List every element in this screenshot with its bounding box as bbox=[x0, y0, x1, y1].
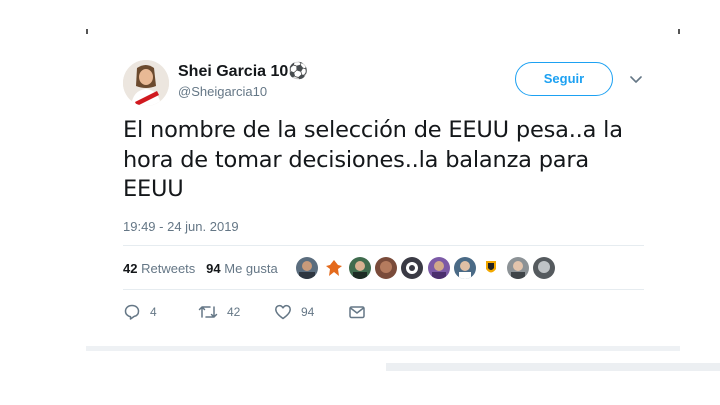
liker-avatar[interactable] bbox=[401, 257, 423, 279]
heart-icon bbox=[275, 304, 291, 320]
tweet-text-line: hora de tomar decisiones..la balanza par… bbox=[123, 146, 590, 173]
liker-avatar[interactable] bbox=[375, 257, 397, 279]
author-name[interactable]: Shei Garcia 10⚽ bbox=[178, 61, 308, 81]
message-action[interactable] bbox=[348, 303, 366, 321]
likes-count: 94 bbox=[206, 261, 221, 276]
like-count: 94 bbox=[301, 305, 315, 319]
divider bbox=[123, 245, 644, 246]
retweet-icon bbox=[198, 306, 218, 318]
liker-avatar[interactable] bbox=[428, 257, 450, 279]
corner-mark bbox=[678, 29, 680, 34]
like-action[interactable]: 94 bbox=[274, 303, 314, 321]
author-handle[interactable]: @Sheigarcia10 bbox=[178, 84, 267, 99]
reply-action[interactable]: 4 bbox=[123, 303, 157, 321]
tweet-stats: 42 Retweets 94 Me gusta bbox=[123, 261, 278, 276]
tweet-text-line: EEUU bbox=[123, 176, 184, 202]
avatar[interactable] bbox=[123, 60, 169, 106]
envelope-icon bbox=[349, 306, 365, 319]
liker-avatar[interactable] bbox=[507, 257, 529, 279]
tweet-card: Shei Garcia 10⚽ @Sheigarcia10 Seguir El … bbox=[86, 44, 680, 349]
tweet-text-line: El nombre de la selección de EEUU pesa..… bbox=[123, 117, 623, 143]
reply-count: 4 bbox=[150, 305, 157, 319]
card-shadow bbox=[386, 363, 720, 371]
retweets-count: 42 bbox=[123, 261, 138, 276]
likes-label: Me gusta bbox=[224, 261, 278, 276]
retweets-stat[interactable]: 42 Retweets bbox=[123, 261, 195, 276]
tweet-text: El nombre de la selección de EEUU pesa..… bbox=[123, 116, 663, 205]
chevron-down-icon[interactable] bbox=[629, 72, 643, 86]
likes-stat[interactable]: 94 Me gusta bbox=[206, 261, 278, 276]
follow-button[interactable]: Seguir bbox=[515, 62, 613, 96]
liker-avatar[interactable] bbox=[454, 257, 476, 279]
corner-mark bbox=[86, 29, 88, 34]
liker-avatar[interactable] bbox=[349, 257, 371, 279]
retweet-count: 42 bbox=[227, 305, 241, 319]
retweets-label: Retweets bbox=[141, 261, 196, 276]
tweet-timestamp[interactable]: 19:49 - 24 jun. 2019 bbox=[123, 219, 239, 234]
liker-avatar[interactable] bbox=[323, 257, 345, 279]
liker-avatar[interactable] bbox=[296, 257, 318, 279]
reply-icon bbox=[124, 304, 140, 320]
divider bbox=[123, 289, 644, 290]
retweet-action[interactable]: 42 bbox=[198, 303, 240, 321]
liker-avatar[interactable] bbox=[480, 257, 502, 279]
liker-avatar[interactable] bbox=[533, 257, 555, 279]
avatar-photo bbox=[123, 60, 169, 106]
card-shadow bbox=[86, 346, 680, 351]
